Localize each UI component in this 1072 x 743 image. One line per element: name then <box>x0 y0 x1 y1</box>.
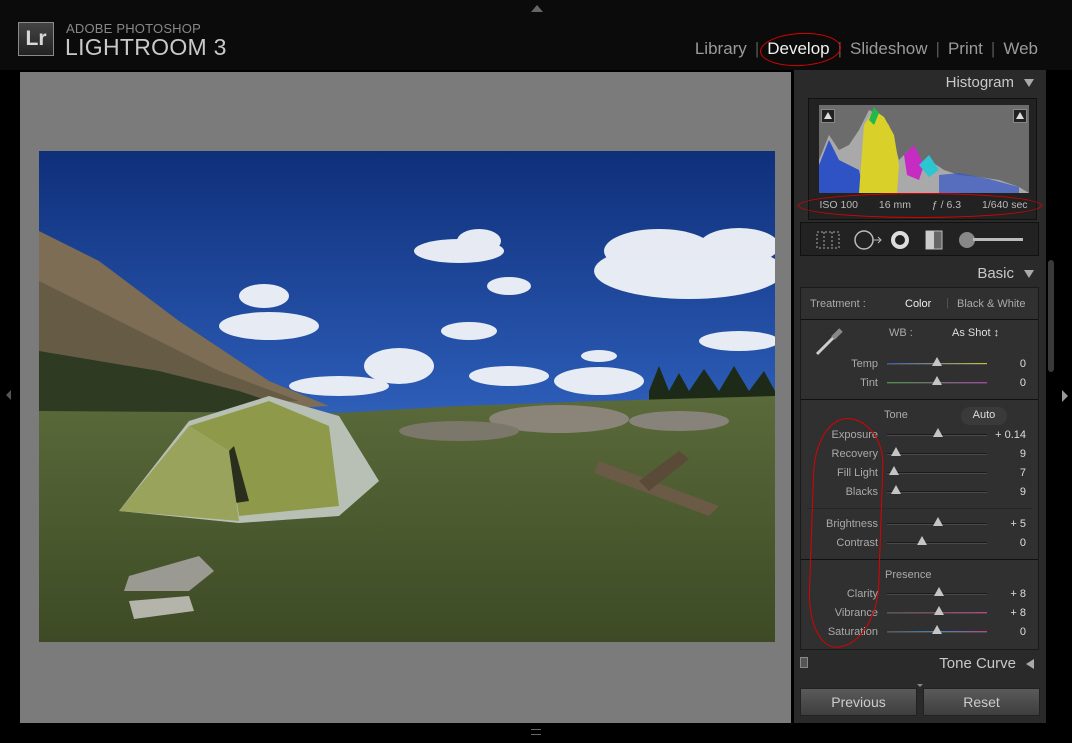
image-canvas[interactable] <box>20 72 791 723</box>
brightness-value[interactable]: + 5 <box>986 518 1026 530</box>
histogram-header[interactable]: Histogram <box>946 74 1034 91</box>
spot-removal-icon[interactable] <box>853 230 883 250</box>
expand-triangle-icon[interactable] <box>1026 658 1034 669</box>
develop-annotation-circle <box>759 30 843 69</box>
crop-overlay-icon[interactable] <box>815 230 841 250</box>
basic-header[interactable]: Basic <box>977 265 1034 282</box>
brand-title: LIGHTROOM 3 <box>65 34 227 60</box>
previous-button[interactable]: Previous <box>800 688 917 716</box>
highlight-clipping-toggle[interactable] <box>1013 109 1027 123</box>
tent-landscape-photo <box>39 151 775 642</box>
camera-info-annotation-circle <box>798 193 1042 218</box>
panel-enable-switch[interactable] <box>800 657 808 668</box>
tint-slider-thumb[interactable] <box>932 376 942 385</box>
basic-title: Basic <box>977 265 1014 282</box>
tone-curve-header[interactable]: Tone Curve <box>794 652 1046 678</box>
saturation-slider-thumb[interactable] <box>932 625 942 634</box>
white-balance-selector-icon[interactable] <box>811 326 845 360</box>
tint-value[interactable]: 0 <box>986 377 1026 389</box>
tool-strip <box>800 222 1039 256</box>
module-develop[interactable]: Develop <box>759 30 843 69</box>
saturation-value[interactable]: 0 <box>986 626 1026 638</box>
blacks-slider-thumb[interactable] <box>891 485 901 494</box>
exposure-value[interactable]: + 0.14 <box>986 429 1026 441</box>
panel-scrollbar[interactable] <box>1048 260 1054 372</box>
module-web[interactable]: Web <box>1003 39 1038 59</box>
module-separator: | <box>990 39 996 58</box>
right-panel-toggle-icon[interactable] <box>1062 390 1068 402</box>
wb-label: WB : <box>889 327 913 339</box>
clarity-value[interactable]: + 8 <box>986 588 1026 600</box>
module-slideshow[interactable]: Slideshow <box>850 39 928 59</box>
photo-preview[interactable] <box>39 151 775 642</box>
divider <box>801 319 1038 320</box>
histogram-graph <box>819 105 1029 193</box>
filmstrip-toggle-icon[interactable] <box>531 729 541 735</box>
brightness-slider-thumb[interactable] <box>933 517 943 526</box>
temp-slider-thumb[interactable] <box>932 357 942 366</box>
lightroom-logo-icon: Lr <box>18 22 54 56</box>
temp-value[interactable]: 0 <box>986 358 1026 370</box>
tone-curve-title: Tone Curve <box>939 655 1016 672</box>
graduated-filter-icon[interactable] <box>923 230 945 250</box>
fill-light-slider-thumb[interactable] <box>889 466 899 475</box>
recovery-slider[interactable] <box>887 453 987 455</box>
treatment-separator: | <box>946 297 949 309</box>
bottom-button-bar: Previous Reset <box>800 688 1040 716</box>
red-eye-icon[interactable] <box>889 230 911 250</box>
histogram-curves <box>819 107 1029 193</box>
auto-tone-button[interactable]: Auto <box>961 407 1007 425</box>
title-bar: Lr ADOBE PHOTOSHOP LIGHTROOM 3 Library |… <box>0 0 1072 70</box>
tone-section-title: Tone <box>884 409 908 421</box>
contrast-slider-thumb[interactable] <box>917 536 927 545</box>
module-picker: Library | Develop | Slideshow | Print | … <box>695 30 1038 69</box>
treatment-color-option[interactable]: Color <box>905 298 931 310</box>
left-panel-toggle-icon[interactable] <box>6 390 11 400</box>
recovery-value[interactable]: 9 <box>986 448 1026 460</box>
fill-light-slider[interactable] <box>887 472 987 474</box>
fill-light-value[interactable]: 7 <box>986 467 1026 479</box>
reset-button[interactable]: Reset <box>923 688 1040 716</box>
exposure-slider-thumb[interactable] <box>933 428 943 437</box>
module-print[interactable]: Print <box>948 39 983 59</box>
histogram-title: Histogram <box>945 74 1014 91</box>
divider <box>801 399 1038 400</box>
tint-label: Tint <box>860 377 878 389</box>
collapse-top-panel-icon[interactable] <box>531 5 543 12</box>
wb-dropdown[interactable]: As Shot ↕ <box>952 327 999 339</box>
temp-label: Temp <box>851 358 878 370</box>
module-separator: | <box>935 39 940 58</box>
bottom-panel-triangle-icon <box>917 684 923 687</box>
module-library[interactable]: Library <box>695 39 747 59</box>
module-separator: | <box>754 39 760 58</box>
contrast-value[interactable]: 0 <box>986 537 1026 549</box>
blacks-slider[interactable] <box>887 491 987 493</box>
recovery-slider-thumb[interactable] <box>891 447 901 456</box>
vibrance-slider-thumb[interactable] <box>934 606 944 615</box>
adjustment-brush-icon[interactable] <box>957 230 1027 250</box>
shadow-clipping-toggle[interactable] <box>821 109 835 123</box>
tone-annotation-circle <box>807 416 885 650</box>
blacks-value[interactable]: 9 <box>986 486 1026 498</box>
treatment-label: Treatment : <box>810 298 866 310</box>
tone-curve-title-group: Tone Curve <box>939 655 1034 672</box>
treatment-bw-option[interactable]: Black & White <box>957 298 1025 310</box>
collapse-triangle-icon[interactable] <box>1024 78 1034 87</box>
contrast-slider[interactable] <box>887 542 987 544</box>
clarity-slider-thumb[interactable] <box>934 587 944 596</box>
vibrance-value[interactable]: + 8 <box>986 607 1026 619</box>
collapse-triangle-icon[interactable] <box>1024 269 1034 278</box>
presence-section-title: Presence <box>885 569 932 581</box>
